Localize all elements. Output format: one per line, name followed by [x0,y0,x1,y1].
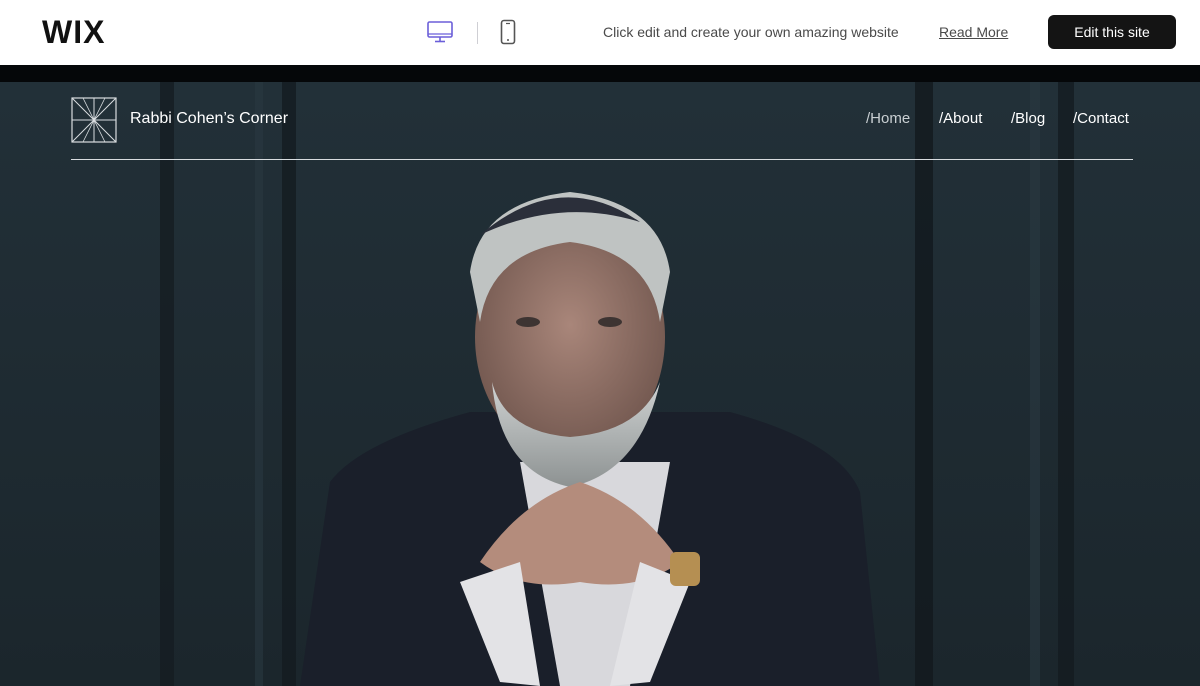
site-preview: Rabbi Cohen’s Corner /Home /About /Blog … [0,65,1200,686]
edit-this-site-button[interactable]: Edit this site [1048,15,1176,49]
nav-contact[interactable]: /Contact [1073,110,1129,127]
promo-text: Click edit and create your own amazing w… [603,24,899,40]
header-divider [71,159,1133,160]
nav-blog[interactable]: /Blog [1011,110,1045,127]
hero-portrait-image [0,82,1200,686]
site-title[interactable]: Rabbi Cohen’s Corner [130,110,288,128]
device-divider [477,22,478,44]
desktop-icon [427,21,453,43]
read-more-link[interactable]: Read More [939,24,1008,40]
hero-section: Rabbi Cohen’s Corner /Home /About /Blog … [0,82,1200,686]
nav-about[interactable]: /About [939,110,982,127]
wix-logo[interactable]: WIX [42,14,105,51]
site-top-strip [0,65,1200,82]
desktop-view-button[interactable] [424,18,456,46]
geometric-square-logo-icon[interactable] [71,97,117,143]
nav-home[interactable]: /Home [866,110,910,127]
mobile-icon [500,19,516,45]
wix-top-bar: WIX Click edit and create your own amazi… [0,0,1200,65]
mobile-view-button[interactable] [498,18,518,46]
site-header: Rabbi Cohen’s Corner /Home /About /Blog … [0,82,1200,162]
